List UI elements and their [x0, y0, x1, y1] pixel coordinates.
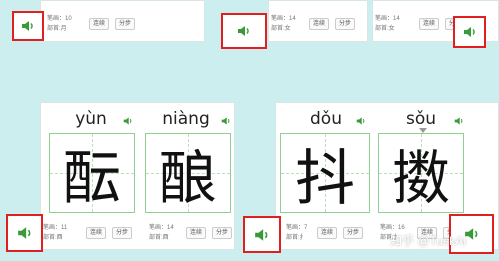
pinyin-label: sǒu — [405, 109, 437, 129]
speaker-icon — [17, 227, 30, 239]
character-grid: 酝 — [49, 133, 135, 213]
speaker-icon — [22, 21, 33, 31]
audio-button-bottom-left[interactable] — [6, 214, 43, 252]
continuous-button[interactable]: 连续 — [309, 18, 330, 30]
strokes-count: 笔画：7 — [286, 225, 308, 231]
audio-button-top-middle[interactable] — [221, 13, 267, 49]
hanzi-character: 酝 — [62, 144, 121, 212]
character-grid: 擞 — [378, 133, 464, 213]
strokes-count: 笔画：11 — [43, 225, 68, 231]
hanzi-character: 擞 — [391, 144, 450, 212]
audio-button-bottom-middle[interactable] — [243, 216, 281, 253]
continuous-button[interactable]: 连续 — [186, 227, 207, 239]
top-card-left: 笔画：10 部首:月 连续 分步 — [40, 0, 205, 42]
radical-label: 部首:酉 — [149, 235, 169, 241]
step-button[interactable]: 分步 — [212, 227, 233, 239]
strokes-count: 笔画：14 — [375, 16, 400, 22]
pinyin-label: niàng — [162, 109, 210, 129]
step-button[interactable]: 分步 — [112, 227, 133, 239]
speaker-icon[interactable] — [454, 116, 464, 126]
hanzi-character: 抖 — [295, 143, 355, 214]
pinyin-label: yùn — [75, 109, 107, 129]
radical-label: 部首:扌 — [286, 235, 306, 241]
speaker-icon — [238, 26, 249, 36]
hanzi-character: 酿 — [158, 144, 217, 212]
continuous-button[interactable]: 连续 — [89, 18, 110, 30]
step-button[interactable]: 分步 — [115, 18, 136, 30]
audio-button-top-left[interactable] — [12, 11, 44, 41]
audio-button-top-right[interactable] — [453, 16, 486, 48]
watermark-text: 知乎 @TuskAI — [390, 234, 467, 248]
radical-label: 部首:酉 — [43, 235, 63, 241]
radical-label: 部首:月 — [47, 26, 67, 32]
step-button[interactable]: 分步 — [335, 18, 356, 30]
character-grid: 抖 — [280, 133, 370, 214]
continuous-button[interactable]: 连续 — [317, 227, 338, 239]
speaker-icon — [463, 27, 475, 37]
top-card-middle: 笔画：14 部首:女 连续 分步 — [268, 0, 368, 42]
continuous-button[interactable]: 连续 — [419, 18, 440, 30]
character-grid: 酿 — [145, 133, 231, 213]
strokes-count: 笔画：14 — [271, 16, 296, 22]
strokes-count: 笔画：14 — [149, 225, 174, 231]
radical-label: 部首:女 — [375, 26, 395, 32]
step-button[interactable]: 分步 — [343, 227, 364, 239]
radical-label: 部首:女 — [271, 26, 291, 32]
word-card-left: yùn niàng 酝 酿 笔画：11 部首:酉 连续 分步 笔画：14 部首:… — [40, 102, 235, 250]
speaker-icon[interactable] — [123, 116, 133, 126]
continuous-button[interactable]: 连续 — [86, 227, 107, 239]
speaker-icon[interactable] — [356, 116, 366, 126]
strokes-count: 笔画：10 — [47, 16, 72, 22]
pinyin-label: dǒu — [310, 109, 342, 129]
speaker-icon — [255, 228, 268, 241]
speaker-icon[interactable] — [221, 116, 231, 126]
